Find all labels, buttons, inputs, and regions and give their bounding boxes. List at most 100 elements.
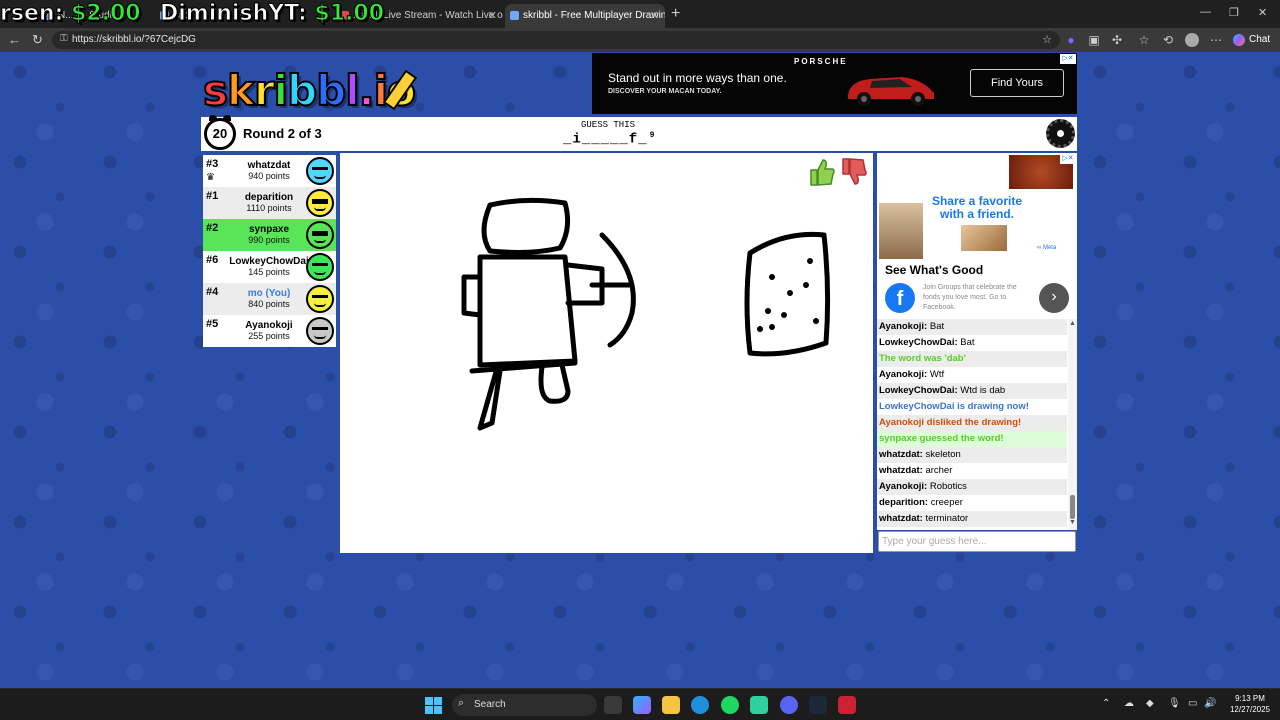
app-icon[interactable] [750,696,768,714]
browser-tab-active[interactable]: skribbl - Free Multiplayer Drawing ✕ [505,4,665,28]
extensions-puzzle-icon[interactable]: ✣ [1110,33,1124,47]
ad-choices-icon[interactable]: ▷✕ [1060,54,1076,64]
skribbl-logo: skribbl.io [202,65,417,116]
taskbar-search[interactable]: ⌕ Search [452,694,597,716]
chevron-right-icon[interactable]: › [1039,283,1069,313]
close-window-icon[interactable]: ✕ [1258,6,1267,19]
history-icon[interactable]: ⟲ [1161,33,1175,47]
guess-input[interactable] [878,531,1076,552]
word-length: 9 [649,131,656,140]
file-explorer-icon[interactable] [662,696,680,714]
new-tab-icon[interactable]: + [671,5,680,23]
ad-side-title: See What's Good [885,263,984,277]
browser-toolbar: ← ↻ ⚿ https://skribbl.io/?67CejcDG ☆ ● ▣… [0,28,1280,52]
game-header: 20 Round 2 of 3 GUESS THIS _i_____f_ 9 [201,115,1077,151]
address-bar[interactable]: ⚿ https://skribbl.io/?67CejcDG ☆ [52,31,1060,49]
avatar [306,253,334,281]
site-info-icon[interactable]: ⚿ [60,33,68,44]
player-row[interactable]: #5 Ayanokoji 255 points [203,315,336,347]
collections-icon[interactable]: ☆ [1137,33,1151,47]
close-tab-icon[interactable]: ✕ [650,4,659,28]
player-row[interactable]: #2 synpaxe 990 points [203,219,336,251]
settings-gear-icon[interactable] [1046,119,1075,148]
drawing-canvas[interactable] [340,153,873,553]
ad-subline: DISCOVER YOUR MACAN TODAY. [608,88,722,95]
chat-message: deparition: creeper [879,497,963,508]
ad-brand: PORSCHE [794,57,848,66]
player-row[interactable]: #1 deparition 1110 points [203,187,336,219]
task-view-icon[interactable] [604,696,622,714]
chat-log[interactable]: Ayanokoji: Bat LowkeyChowDai: Bat The wo… [877,319,1077,530]
facebook-logo-icon: f [885,283,915,313]
close-tab-icon[interactable]: ✕ [488,4,497,28]
scroll-up-icon[interactable]: ▲ [1069,320,1076,327]
tray-chevron-icon[interactable]: ⌃ [1102,698,1110,709]
ad-choices-icon[interactable]: ▷✕ [1060,154,1076,164]
reload-icon[interactable]: ↻ [32,32,43,48]
minimize-icon[interactable]: — [1200,6,1211,18]
chat-message: Ayanokoji: Robotics [877,479,1067,495]
extension-icon[interactable]: ● [1064,33,1078,47]
thumbs-up-icon[interactable] [808,157,836,187]
more-menu-icon[interactable]: ⋯ [1209,33,1223,47]
thumbs-down-icon[interactable] [840,157,868,187]
word-hint: _i_____f_ 9 [563,131,656,148]
meta-logo: ∞ Meta [1037,245,1057,251]
network-icon[interactable]: ▭ [1188,698,1197,709]
chat-system-message: LowkeyChowDai is drawing now! [879,401,1029,412]
chat-message: Ayanokoji: Wtf [879,369,945,380]
edge-browser-icon[interactable] [691,696,709,714]
discord-icon[interactable] [780,696,798,714]
chat-scrollbar[interactable]: ▲ ▼ [1068,319,1077,530]
ad-side-headline: Share a favorite with a friend. [931,194,1023,221]
copilot-app-icon[interactable] [633,696,651,714]
avatar [306,285,334,313]
restore-icon[interactable]: ❐ [1229,6,1239,19]
chat-message: whatzdat: terminator [877,511,1067,527]
tab-favicon-icon [510,11,519,20]
chat-message: LowkeyChowDai: Bat [879,337,975,348]
chat-system-message: synpaxe guessed the word! [877,431,1067,447]
player-row[interactable]: #6 LowkeyChowDai 145 points [203,251,336,283]
start-menu-icon[interactable] [425,697,442,714]
donation-overlay-left: rsen: $2.00 [0,1,141,27]
favorite-star-icon[interactable]: ☆ [1042,33,1052,46]
round-indicator: Round 2 of 3 [243,126,322,141]
timer-clock: 20 [204,115,236,150]
scroll-thumb[interactable] [1070,495,1075,519]
guess-label: GUESS THIS [581,120,636,130]
player-row[interactable]: #4 mo (You) 840 points [203,283,336,315]
donation-overlay-right: DiminishYT: $1.00 [159,1,385,27]
avatar [306,221,334,249]
drawing-strokes [461,197,831,431]
chat-message: Ayanokoji: Bat [877,319,1067,335]
steam-icon[interactable] [809,696,827,714]
chat-message: LowkeyChowDai: Wtd is dab [877,383,1067,399]
search-icon: ⌕ [458,697,465,709]
player-row[interactable]: #3 ♛ whatzdat 940 points [203,155,336,187]
copilot-chat-button[interactable]: Chat [1231,30,1270,50]
car-image [848,77,934,106]
back-icon[interactable]: ← [8,32,21,47]
tray-cloud-icon[interactable]: ☁ [1124,698,1134,709]
food-image [961,225,1007,251]
spotify-icon[interactable] [721,696,739,714]
app-icon[interactable] [838,696,856,714]
profile-avatar-icon[interactable] [1185,33,1199,47]
ad-side-description: Join Groups that celebrate the foods you… [923,284,1017,311]
windows-taskbar: ⌕ Search ⌃ ☁ ◆ 🎙 ▭ 🔊 9:13 PM 12/27/2025 [0,688,1280,720]
microphone-icon[interactable]: 🎙 [1168,698,1181,709]
crown-icon: ♛ [206,172,215,183]
extension-icon[interactable]: ▣ [1087,33,1101,47]
ad-cta-button[interactable]: Find Yours [970,69,1064,97]
porsche-ad-banner[interactable]: Stand out in more ways than one. DISCOVE… [592,53,1077,114]
taskbar-clock[interactable]: 9:13 PM 12/27/2025 [1226,693,1274,715]
facebook-ad[interactable]: ▷✕ Share a favorite with a friend. ∞ Met… [877,153,1077,319]
tray-app-icon[interactable]: ◆ [1146,698,1154,709]
volume-icon[interactable]: 🔊 [1204,698,1216,709]
avatar [306,189,334,217]
scroll-down-icon[interactable]: ▼ [1069,519,1076,526]
chat-system-message: The word was 'dab' [877,351,1067,367]
player-list: #3 ♛ whatzdat 940 points #1 deparition 1… [203,155,336,347]
chat-message: whatzdat: skeleton [877,447,1067,463]
